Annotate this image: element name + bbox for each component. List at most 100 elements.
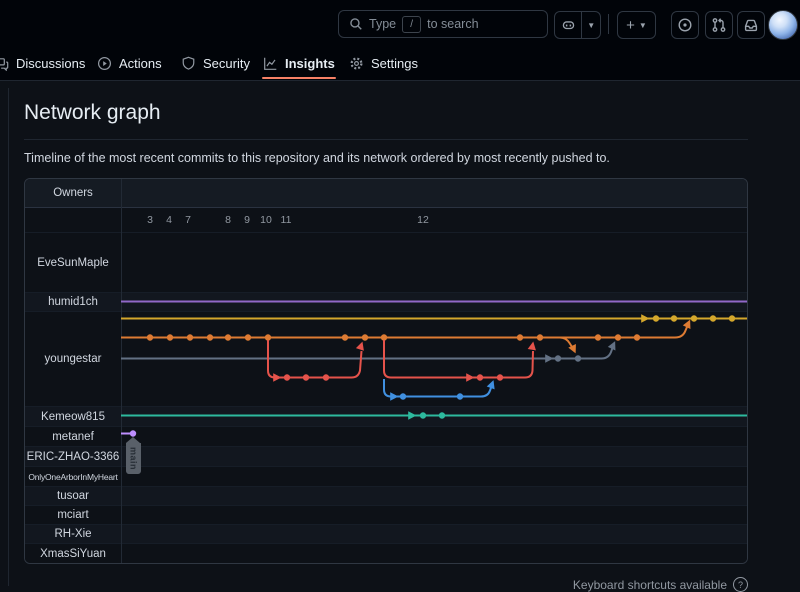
copilot-icon — [555, 12, 582, 38]
commit-dot[interactable] — [537, 334, 543, 340]
commit-dot[interactable] — [167, 334, 173, 340]
copilot-dropdown-chevron-icon[interactable]: ▼ — [582, 12, 600, 38]
owner-row: tusoar — [25, 486, 747, 505]
pull-requests-button[interactable] — [705, 11, 733, 39]
tab-actions[interactable]: Actions — [97, 48, 162, 79]
tab-label: Discussions — [16, 56, 85, 71]
play-circle-icon — [97, 56, 112, 71]
owner-name: Kemeow815 — [25, 407, 121, 426]
title-divider — [24, 139, 748, 140]
date-tick: 8 — [225, 214, 231, 226]
shield-icon — [181, 56, 196, 71]
header-divider — [608, 14, 609, 34]
commit-dot[interactable] — [265, 334, 271, 340]
page-description: Timeline of the most recent commits to t… — [24, 151, 748, 165]
create-new-button[interactable]: +▼ — [617, 11, 656, 39]
git-pull-request-icon — [711, 17, 727, 33]
tab-label: Insights — [285, 56, 335, 71]
commit-dot[interactable] — [595, 334, 601, 340]
tab-discussions[interactable]: Discussions — [0, 48, 85, 79]
active-tab-underline — [262, 77, 336, 79]
owner-row: Kemeow815 — [25, 406, 747, 426]
commit-dot[interactable] — [653, 315, 659, 321]
graph-icon — [263, 56, 278, 71]
tab-label: Security — [203, 56, 250, 71]
owner-row: EveSunMaple — [25, 232, 747, 292]
tab-label: Actions — [119, 56, 162, 71]
commit-dot[interactable] — [284, 374, 290, 380]
commit-dot[interactable] — [575, 355, 581, 361]
date-tick: 12 — [417, 214, 429, 226]
date-tick: 4 — [166, 214, 172, 226]
commit-dot[interactable] — [303, 374, 309, 380]
commit-dot[interactable] — [130, 430, 136, 436]
chevron-down-icon: ▼ — [639, 21, 647, 30]
issues-button[interactable] — [671, 11, 699, 39]
plus-icon: + — [626, 17, 635, 34]
commit-dot[interactable] — [729, 315, 735, 321]
search-icon — [349, 17, 363, 31]
branch-label-main[interactable]: main — [126, 437, 141, 474]
tab-insights[interactable]: Insights — [263, 48, 335, 79]
owner-row: humid1ch — [25, 292, 747, 311]
shortcuts-hint-text: Keyboard shortcuts available — [573, 578, 727, 592]
owner-name: mciart — [25, 506, 121, 524]
date-axis: 34789101112 — [25, 208, 747, 232]
commit-dot[interactable] — [671, 315, 677, 321]
date-tick: 7 — [185, 214, 191, 226]
owner-row: RH-Xie — [25, 524, 747, 543]
commit-dot[interactable] — [323, 374, 329, 380]
inbox-button[interactable] — [737, 11, 765, 39]
tab-label: Settings — [371, 56, 418, 71]
commit-dot[interactable] — [457, 393, 463, 399]
commit-dot[interactable] — [615, 334, 621, 340]
commit-dot[interactable] — [207, 334, 213, 340]
owner-name: humid1ch — [25, 293, 121, 311]
owner-row: XmasSiYuan — [25, 543, 747, 563]
branch-label-text: main — [129, 447, 139, 470]
commit-dot[interactable] — [245, 334, 251, 340]
gear-icon — [349, 56, 364, 71]
date-tick: 10 — [260, 214, 272, 226]
search-input[interactable]: Type / to search — [338, 10, 548, 38]
owner-name: tusoar — [25, 487, 121, 505]
tab-security[interactable]: Security — [181, 48, 250, 79]
owner-name: OnlyOneArborInMyHeart — [25, 467, 121, 486]
commit-dot[interactable] — [400, 393, 406, 399]
commit-dot[interactable] — [362, 334, 368, 340]
question-circle-icon: ? — [733, 577, 748, 592]
top-header-bar: Type / to search ▼ +▼ — [0, 0, 800, 48]
copilot-button[interactable]: ▼ — [554, 11, 601, 39]
commit-dot[interactable] — [691, 315, 697, 321]
commit-dot[interactable] — [225, 334, 231, 340]
commit-dot[interactable] — [710, 315, 716, 321]
tab-settings[interactable]: Settings — [349, 48, 418, 79]
issue-opened-icon — [677, 17, 693, 33]
commit-dot[interactable] — [187, 334, 193, 340]
inbox-icon — [743, 17, 759, 33]
commit-dot[interactable] — [342, 334, 348, 340]
commit-dot[interactable] — [439, 412, 445, 418]
date-tick: 9 — [244, 214, 250, 226]
commit-dot[interactable] — [381, 334, 387, 340]
search-placeholder-suffix: to search — [427, 17, 478, 31]
owner-name: metanef — [25, 427, 121, 446]
commit-dot[interactable] — [420, 412, 426, 418]
search-placeholder-prefix: Type — [369, 17, 396, 31]
graph-header-row: Owners — [25, 179, 747, 208]
commit-dot[interactable] — [634, 334, 640, 340]
keyboard-shortcuts-hint[interactable]: Keyboard shortcuts available ? — [573, 577, 748, 592]
owner-row: mciart — [25, 505, 747, 524]
commit-dot[interactable] — [555, 355, 561, 361]
commit-dot[interactable] — [497, 374, 503, 380]
commit-dot[interactable] — [477, 374, 483, 380]
repo-nav-tabs: Discussions Actions Security Insights Se… — [0, 48, 800, 81]
commit-dot[interactable] — [517, 334, 523, 340]
owner-name: ERIC-ZHAO-3366 — [25, 447, 121, 466]
owner-name: XmasSiYuan — [25, 544, 121, 563]
date-tick: 3 — [147, 214, 153, 226]
comment-discussion-icon — [0, 56, 9, 71]
owner-rows: EveSunMaplehumid1chyoungestarKemeow815me… — [25, 232, 747, 563]
avatar[interactable] — [768, 10, 798, 40]
commit-dot[interactable] — [147, 334, 153, 340]
